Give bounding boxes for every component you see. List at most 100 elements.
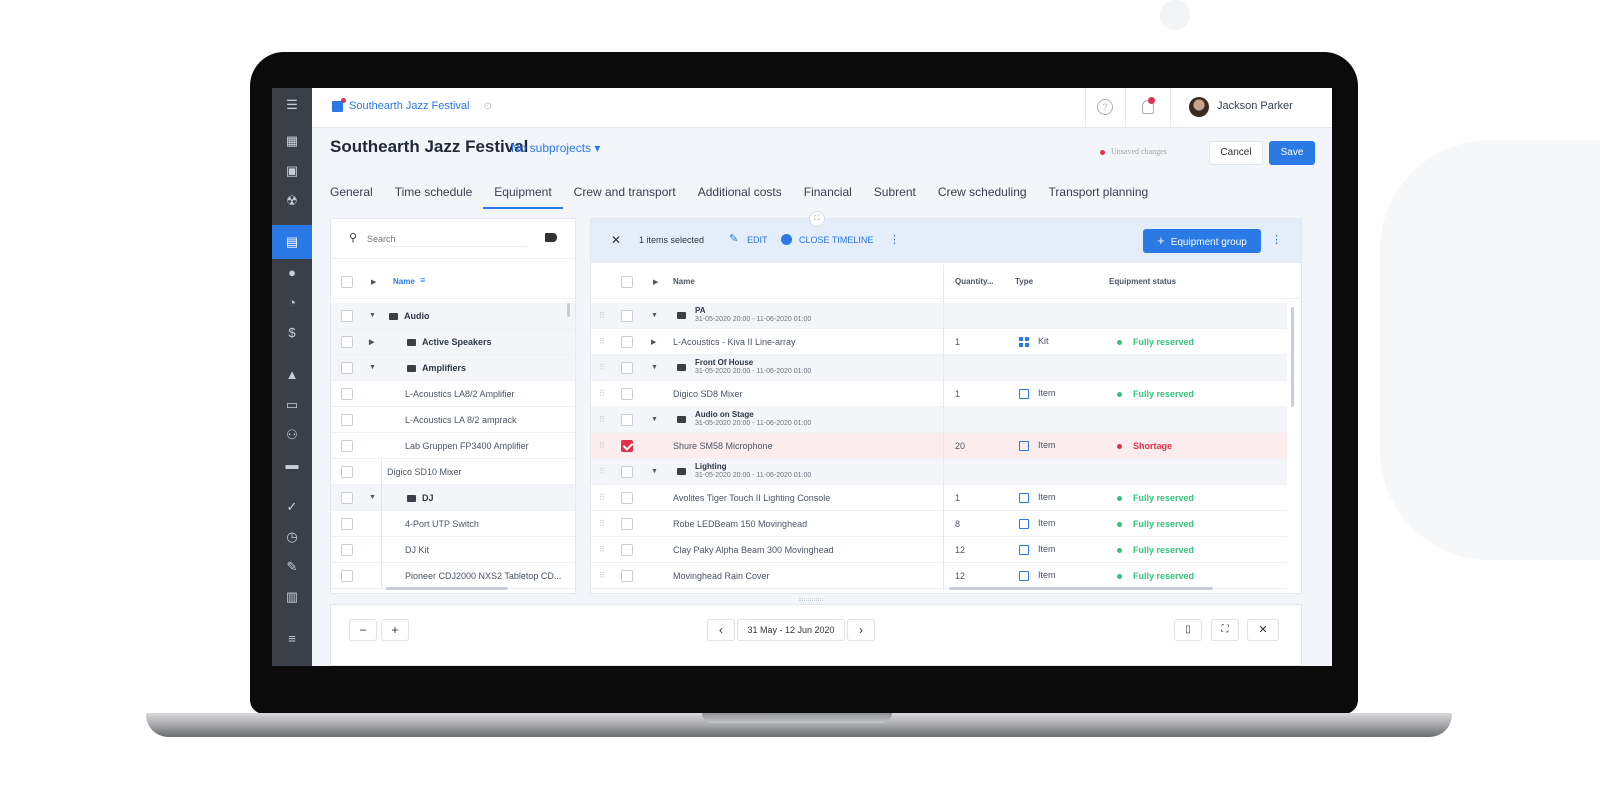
quantity-value[interactable]: 20 — [955, 441, 965, 451]
drag-handle-icon[interactable]: ⠿ — [599, 571, 605, 580]
cancel-button[interactable]: Cancel — [1209, 141, 1263, 165]
collapse-icon[interactable]: ▼ — [651, 312, 658, 319]
scrollbar[interactable] — [567, 303, 570, 317]
row-checkbox[interactable] — [621, 440, 633, 452]
quantity-value[interactable]: 12 — [955, 571, 965, 581]
row-checkbox[interactable] — [621, 414, 633, 426]
tab-equipment[interactable]: Equipment — [483, 185, 563, 209]
table-row[interactable]: ⠿ Clay Paky Alpha Beam 300 Movinghead 12 It… — [591, 537, 1287, 563]
add-equipment-group-button[interactable]: + Equipment group — [1143, 229, 1261, 253]
group-row[interactable]: ⠿ ▼ Front Of House 31-05-2020 20:00 - 11-06… — [591, 355, 1287, 381]
expand-icon[interactable]: ▶ — [369, 338, 374, 346]
row-checkbox[interactable] — [621, 362, 633, 374]
row-checkbox[interactable] — [341, 440, 353, 452]
edit-button[interactable]: EDIT — [747, 235, 768, 245]
resize-handle[interactable] — [799, 598, 823, 601]
dollar-icon[interactable]: $ — [272, 318, 312, 348]
more-options-icon[interactable]: ⋮ — [889, 233, 900, 246]
row-checkbox[interactable] — [341, 388, 353, 400]
subprojects-dropdown[interactable]: No subprojects ▾ — [511, 141, 600, 155]
zoom-in-button[interactable]: + — [381, 619, 409, 641]
row-checkbox[interactable] — [621, 518, 633, 530]
row-checkbox[interactable] — [341, 414, 353, 426]
expand-icon[interactable]: ▶ — [651, 338, 656, 346]
collapse-icon[interactable]: ▼ — [369, 312, 376, 319]
avatar[interactable] — [1189, 97, 1209, 117]
drag-handle-icon[interactable]: ⠿ — [599, 467, 605, 476]
table-row[interactable]: ⠿ Shure SM58 Microphone 20 Item Shortage — [591, 433, 1287, 459]
collapse-icon[interactable]: ▼ — [651, 364, 658, 371]
name-column-header[interactable]: Name — [673, 277, 695, 286]
contacts-icon[interactable]: ● — [272, 258, 312, 288]
menu-icon[interactable]: ☰ — [272, 90, 312, 120]
clipboard-icon[interactable]: ✓ — [272, 492, 312, 522]
horizontal-scrollbar[interactable] — [386, 587, 508, 590]
more-options-icon[interactable]: ⋮ — [1271, 233, 1282, 246]
row-checkbox[interactable] — [621, 388, 633, 400]
row-checkbox[interactable] — [341, 492, 353, 504]
row-checkbox[interactable] — [341, 544, 353, 556]
tab-financial[interactable]: Financial — [793, 185, 863, 209]
list-item[interactable]: 4-Port UTP Switch — [331, 511, 575, 537]
list-item[interactable]: Digico SD10 Mixer — [331, 459, 575, 485]
row-checkbox[interactable] — [621, 570, 633, 582]
list-item[interactable]: L-Acoustics LA 8/2 amprack — [331, 407, 575, 433]
shapes-icon[interactable]: ▲ — [272, 360, 312, 390]
timeline-toggle-icon[interactable]: ⛶ — [809, 211, 825, 227]
table-row[interactable]: ⠿ Movinghead Rain Cover 12 Item Fully reserv… — [591, 563, 1287, 589]
id-card-icon[interactable]: ▭ — [272, 390, 312, 420]
project-breadcrumb[interactable]: Southearth Jazz Festival ⊙ — [332, 97, 492, 112]
list-item[interactable]: ▼ Amplifiers — [331, 355, 575, 381]
save-button[interactable]: Save — [1269, 141, 1315, 165]
zoom-out-button[interactable]: − — [349, 619, 377, 641]
quantity-value[interactable]: 12 — [955, 545, 965, 555]
help-icon[interactable]: ? — [1097, 99, 1113, 115]
row-checkbox[interactable] — [621, 544, 633, 556]
tab-transport-planning[interactable]: Transport planning — [1038, 185, 1160, 209]
group-row[interactable]: ⠿ ▼ Lighting 31-05-2020 20:00 - 11-06-2020 … — [591, 459, 1287, 485]
tab-subrent[interactable]: Subrent — [863, 185, 927, 209]
list-item[interactable]: ▼ DJ — [331, 485, 575, 511]
wrench-icon[interactable]: ✎ — [272, 552, 312, 582]
close-timeline-button[interactable]: CLOSE TIMELINE — [799, 235, 873, 245]
row-checkbox[interactable] — [621, 310, 633, 322]
projects-icon[interactable]: ▤ — [272, 225, 312, 259]
collapse-icon[interactable]: ▼ — [651, 468, 658, 475]
group-row[interactable]: ⠿ ▼ Audio on Stage 31-05-2020 20:00 - 11-06… — [591, 407, 1287, 433]
calendar-icon[interactable]: ▣ — [272, 156, 312, 186]
messages-icon[interactable]: ≡ — [272, 624, 312, 654]
drag-handle-icon[interactable]: ⠿ — [599, 311, 605, 320]
tag-icon[interactable] — [545, 233, 557, 242]
drag-handle-icon[interactable]: ⠿ — [599, 545, 605, 554]
row-checkbox[interactable] — [341, 310, 353, 322]
sort-icon[interactable]: ≡ — [420, 275, 425, 285]
tab-additional-costs[interactable]: Additional costs — [687, 185, 793, 209]
name-column-header[interactable]: Name — [393, 277, 415, 286]
select-all-checkbox[interactable] — [341, 276, 353, 288]
report-icon[interactable]: ▥ — [272, 582, 312, 612]
row-checkbox[interactable] — [341, 336, 353, 348]
group-row[interactable]: ⠿ ▼ PA 31-05-2020 20:00 - 11-06-2020 01:00 — [591, 303, 1287, 329]
type-column-header[interactable]: Type — [1015, 277, 1033, 286]
row-checkbox[interactable] — [341, 362, 353, 374]
drag-handle-icon[interactable]: ⠿ — [599, 441, 605, 450]
row-checkbox[interactable] — [621, 466, 633, 478]
next-button[interactable]: › — [847, 619, 875, 641]
date-range-picker[interactable]: 31 May - 12 Jun 2020 — [737, 619, 845, 641]
quantity-value[interactable]: 8 — [955, 519, 960, 529]
tab-time-schedule[interactable]: Time schedule — [384, 185, 484, 209]
quantity-value[interactable]: 1 — [955, 389, 960, 399]
clock-icon[interactable]: ◔ — [272, 288, 312, 318]
horizontal-scrollbar[interactable] — [949, 587, 1213, 590]
list-item[interactable]: Lab Gruppen FP3400 Amplifier — [331, 433, 575, 459]
tab-crew-and-transport[interactable]: Crew and transport — [563, 185, 687, 209]
list-item[interactable]: ▼ Audio — [331, 303, 575, 329]
drag-handle-icon[interactable]: ⠿ — [599, 363, 605, 372]
timeline-icon[interactable] — [781, 234, 792, 245]
scrollbar[interactable] — [1291, 307, 1294, 407]
row-checkbox[interactable] — [621, 336, 633, 348]
status-column-header[interactable]: Equipment status — [1109, 277, 1176, 286]
list-item[interactable]: DJ Kit — [331, 537, 575, 563]
row-checkbox[interactable] — [341, 518, 353, 530]
search-input[interactable] — [367, 231, 527, 247]
